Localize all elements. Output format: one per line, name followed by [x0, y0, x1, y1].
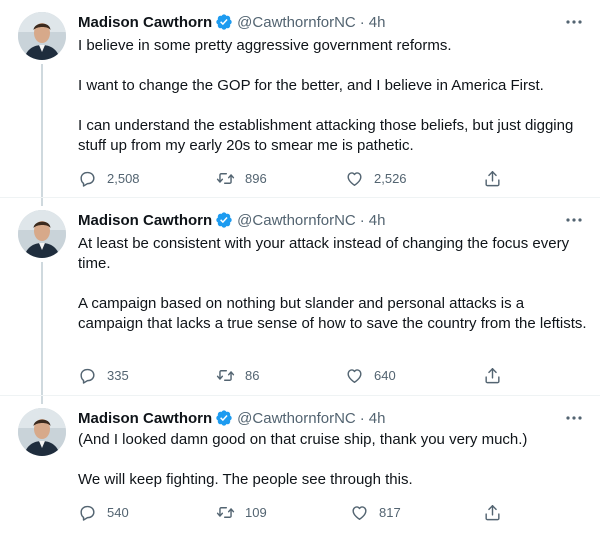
- share-icon: [483, 169, 502, 188]
- more-options-icon[interactable]: [562, 12, 586, 32]
- timestamp[interactable]: 4h: [369, 410, 386, 427]
- share-icon: [483, 503, 502, 522]
- reply-icon: [78, 169, 97, 188]
- author-name[interactable]: Madison Cawthorn: [78, 410, 212, 427]
- like-count: 2,526: [374, 170, 407, 186]
- retweet-icon: [216, 503, 235, 522]
- tweet-actions: 540 109 817: [78, 501, 518, 523]
- tweet-text: (And I looked damn good on that cruise s…: [78, 430, 588, 490]
- avatar[interactable]: [18, 408, 66, 456]
- like-icon: [345, 366, 364, 385]
- reply-count: 2,508: [107, 170, 140, 186]
- more-options-icon[interactable]: [562, 408, 586, 428]
- like-button[interactable]: 640: [345, 364, 396, 386]
- share-button[interactable]: [483, 364, 502, 386]
- retweet-icon: [216, 366, 235, 385]
- tweet[interactable]: Madison Cawthorn @CawthornforNC · 4h I b…: [0, 0, 600, 198]
- tweet-actions: 2,508 896 2,526: [78, 167, 518, 189]
- reply-button[interactable]: 540: [78, 501, 129, 523]
- verified-badge-icon: [215, 211, 233, 229]
- retweet-count: 896: [245, 170, 267, 186]
- avatar[interactable]: [18, 210, 66, 258]
- avatar[interactable]: [18, 12, 66, 60]
- verified-badge-icon: [215, 409, 233, 427]
- verified-badge-icon: [215, 13, 233, 31]
- like-icon: [345, 169, 364, 188]
- tweet[interactable]: Madison Cawthorn @CawthornforNC · 4h (An…: [0, 396, 600, 534]
- retweet-button[interactable]: 86: [216, 364, 259, 386]
- separator-dot: ·: [359, 211, 365, 229]
- reply-icon: [78, 366, 97, 385]
- tweet-paragraph: I want to change the GOP for the better,…: [78, 77, 544, 94]
- retweet-count: 109: [245, 504, 267, 520]
- tweet[interactable]: Madison Cawthorn @CawthornforNC · 4h At …: [0, 198, 600, 396]
- like-count: 640: [374, 367, 396, 383]
- share-icon: [483, 366, 502, 385]
- author-handle[interactable]: @CawthornforNC: [237, 212, 356, 229]
- tweet-text: I believe in some pretty aggressive gove…: [78, 36, 588, 156]
- reply-count: 335: [107, 367, 129, 383]
- tweet-thread: Madison Cawthorn @CawthornforNC · 4h I b…: [0, 0, 602, 534]
- reply-icon: [78, 503, 97, 522]
- retweet-count: 86: [245, 367, 260, 383]
- tweet-paragraph: At least be consistent with your attack …: [78, 235, 570, 272]
- share-button[interactable]: [483, 167, 502, 189]
- like-count: 817: [379, 504, 401, 520]
- reply-button[interactable]: 335: [78, 364, 129, 386]
- like-button[interactable]: 817: [350, 501, 401, 523]
- reply-count: 540: [107, 504, 129, 520]
- separator-dot: ·: [359, 409, 365, 427]
- tweet-paragraph: We will keep fighting. The people see th…: [78, 471, 413, 488]
- like-button[interactable]: 2,526: [345, 167, 407, 189]
- tweet-text: At least be consistent with your attack …: [78, 234, 588, 334]
- tweet-paragraph: A campaign based on nothing but slander …: [78, 295, 587, 332]
- author-handle[interactable]: @CawthornforNC: [237, 410, 356, 427]
- retweet-icon: [216, 169, 235, 188]
- more-options-icon[interactable]: [562, 210, 586, 230]
- author-handle[interactable]: @CawthornforNC: [237, 14, 356, 31]
- tweet-paragraph: I can understand the establishment attac…: [78, 117, 574, 154]
- tweet-actions: 335 86 640: [78, 364, 518, 386]
- retweet-button[interactable]: 109: [216, 501, 267, 523]
- timestamp[interactable]: 4h: [369, 14, 386, 31]
- reply-button[interactable]: 2,508: [78, 167, 140, 189]
- tweet-paragraph: (And I looked damn good on that cruise s…: [78, 431, 528, 448]
- like-icon: [350, 503, 369, 522]
- author-name[interactable]: Madison Cawthorn: [78, 212, 212, 229]
- share-button[interactable]: [483, 501, 502, 523]
- tweet-paragraph: I believe in some pretty aggressive gove…: [78, 37, 452, 54]
- separator-dot: ·: [359, 13, 365, 31]
- timestamp[interactable]: 4h: [369, 212, 386, 229]
- author-name[interactable]: Madison Cawthorn: [78, 14, 212, 31]
- retweet-button[interactable]: 896: [216, 167, 267, 189]
